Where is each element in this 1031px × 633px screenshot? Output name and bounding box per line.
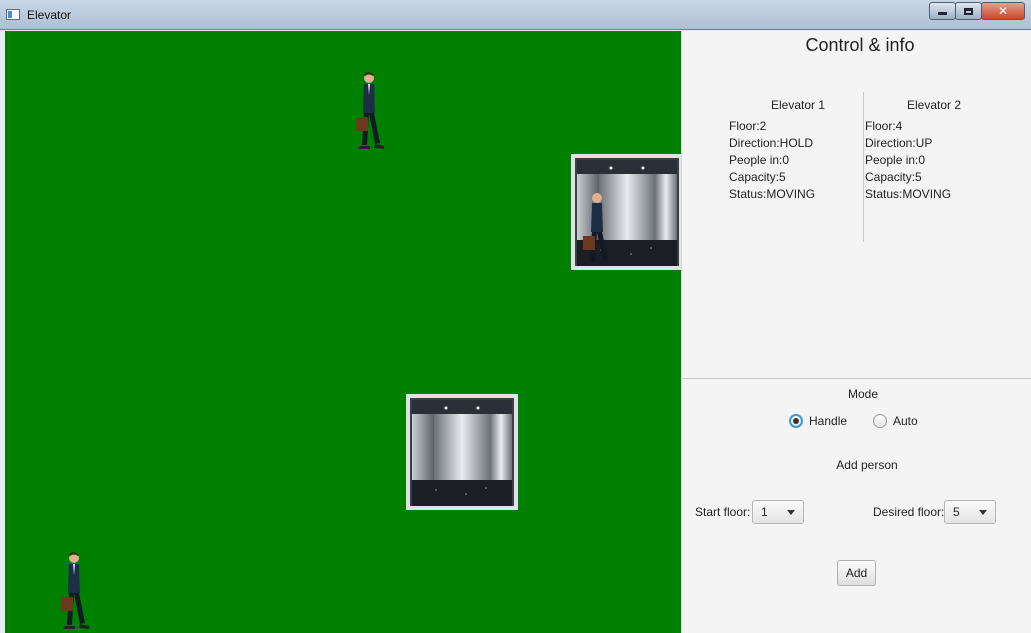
app-icon: [6, 9, 20, 20]
simulation-area: [5, 31, 681, 633]
minimize-icon: [938, 12, 947, 15]
person-icon: [356, 72, 384, 149]
mode-radio-auto[interactable]: Auto: [873, 414, 918, 428]
elevator-1-floor: Floor:2: [729, 119, 767, 133]
elevator-2-capacity: Capacity:5: [865, 170, 922, 184]
elevator-1-header: Elevator 1: [771, 98, 826, 112]
section-divider: [682, 378, 1031, 379]
title-bar: Elevator ✕: [0, 0, 1031, 30]
desired-floor-label: Desired floor:: [873, 505, 945, 519]
add-person-label: Add person: [836, 458, 898, 472]
elevator-2-status: Status:MOVING: [865, 187, 952, 201]
radio-selected-icon[interactable]: [789, 414, 803, 428]
mode-label: Mode: [847, 387, 879, 401]
elevator-2-people: People in:0: [865, 153, 926, 167]
elevator-2-direction: Direction:UP: [865, 136, 933, 150]
start-floor-label: Start floor:: [695, 505, 751, 519]
maximize-button[interactable]: [955, 2, 982, 20]
desired-floor-select[interactable]: 5: [944, 500, 996, 524]
elevator-1-people: People in:0: [729, 153, 790, 167]
control-panel: Control & info Elevator 1 Floor:2 Direct…: [681, 31, 1031, 633]
elevator-1-status: Status:MOVING: [729, 187, 816, 201]
close-button[interactable]: ✕: [981, 2, 1025, 20]
person-icon: [61, 552, 89, 629]
elevator-1-direction: Direction:HOLD: [729, 136, 814, 150]
mode-auto-label: Auto: [893, 414, 918, 428]
mode-handle-label: Handle: [809, 414, 848, 428]
window-title: Elevator: [27, 8, 72, 22]
elevator-1-capacity: Capacity:5: [729, 170, 786, 184]
elevator-2-header: Elevator 2: [907, 98, 962, 112]
maximize-icon: [964, 8, 973, 15]
panel-title: Control & info: [805, 35, 915, 55]
add-button[interactable]: Add: [837, 560, 876, 586]
chevron-down-icon: [787, 510, 795, 515]
elevator-2-floor: Floor:4: [865, 119, 903, 133]
elevator-car-1: [406, 394, 518, 510]
radio-unselected-icon[interactable]: [873, 414, 887, 428]
elevator-car-2: [571, 154, 681, 270]
column-divider: [863, 92, 864, 242]
chevron-down-icon: [979, 510, 987, 515]
start-floor-value: 1: [761, 505, 768, 519]
close-icon: ✕: [997, 4, 1009, 18]
desired-floor-value: 5: [953, 505, 960, 519]
minimize-button[interactable]: [929, 2, 956, 20]
start-floor-select[interactable]: 1: [752, 500, 804, 524]
mode-radio-handle[interactable]: Handle: [789, 414, 847, 428]
